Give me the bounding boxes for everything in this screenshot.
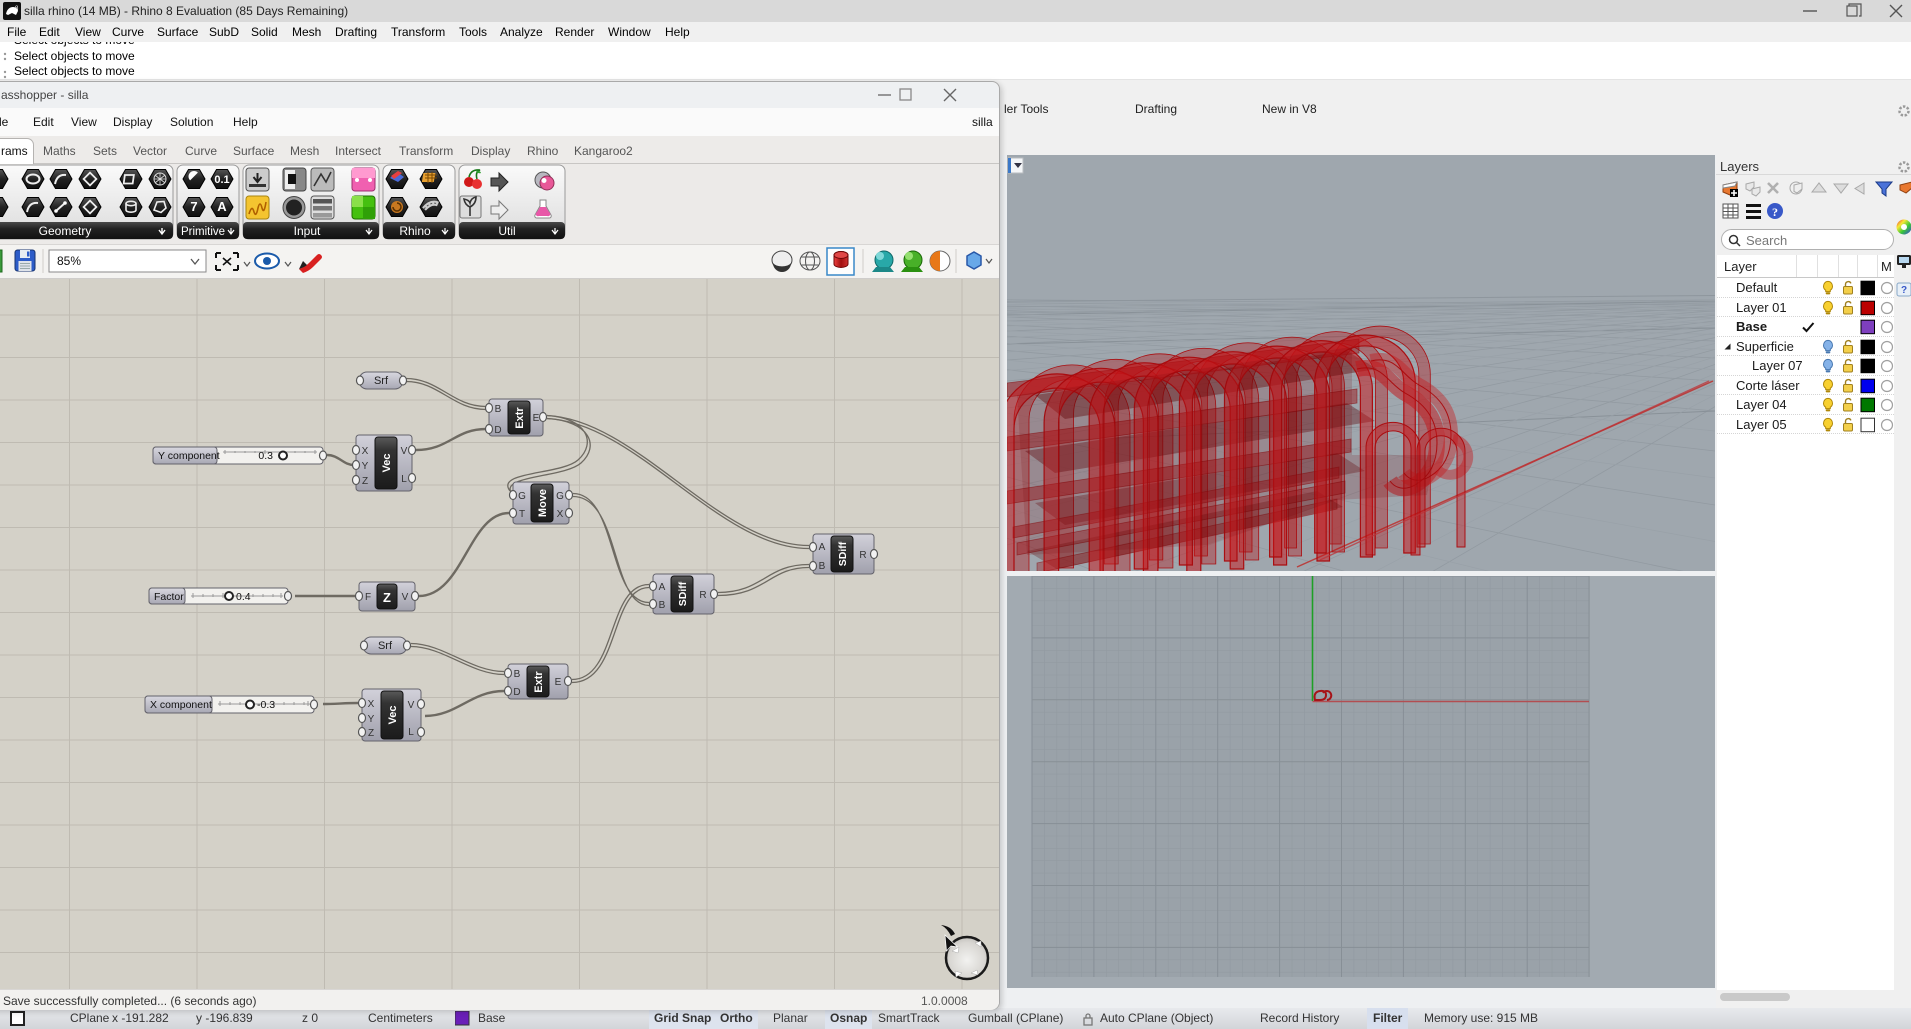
svg-text:SDiff: SDiff bbox=[677, 581, 689, 606]
svg-text:X: X bbox=[362, 446, 369, 457]
svg-text:Vec: Vec bbox=[387, 706, 399, 725]
svg-text:Factor: Factor bbox=[154, 591, 184, 603]
svg-text:B: B bbox=[495, 404, 502, 415]
svg-text:Rhino: Rhino bbox=[399, 224, 431, 238]
svg-text:L: L bbox=[408, 727, 414, 738]
svg-text:B: B bbox=[659, 600, 666, 611]
svg-text:G: G bbox=[518, 491, 526, 502]
svg-text:Move: Move bbox=[537, 489, 549, 517]
svg-text:7: 7 bbox=[190, 199, 197, 214]
svg-text:0.1: 0.1 bbox=[214, 174, 229, 186]
svg-text:D: D bbox=[494, 425, 501, 436]
svg-text:Extr: Extr bbox=[533, 671, 545, 693]
svg-text:Z: Z bbox=[362, 476, 368, 487]
svg-text:Srf: Srf bbox=[374, 375, 389, 387]
svg-text:E: E bbox=[533, 413, 540, 424]
svg-text:Util: Util bbox=[498, 224, 515, 238]
svg-text:A: A bbox=[217, 199, 227, 214]
svg-text:R: R bbox=[699, 590, 706, 601]
svg-text:G: G bbox=[556, 491, 564, 502]
svg-text:Vec: Vec bbox=[381, 454, 393, 473]
svg-text:85%: 85% bbox=[57, 254, 81, 268]
svg-text:-0.3: -0.3 bbox=[257, 699, 275, 711]
svg-text:Z: Z bbox=[368, 728, 374, 739]
svg-text:V: V bbox=[401, 446, 408, 457]
svg-text:E: E bbox=[555, 677, 562, 688]
svg-text:Y: Y bbox=[362, 461, 369, 472]
svg-text:B: B bbox=[514, 669, 521, 680]
svg-text:Srf: Srf bbox=[378, 640, 393, 652]
svg-text:?: ? bbox=[1901, 285, 1907, 296]
svg-text:Input: Input bbox=[294, 224, 321, 238]
svg-text:Geometry: Geometry bbox=[39, 224, 92, 238]
svg-text:Extr: Extr bbox=[514, 407, 526, 429]
svg-text:?: ? bbox=[1772, 205, 1778, 219]
svg-text:R: R bbox=[859, 550, 866, 561]
svg-text:B: B bbox=[819, 561, 826, 572]
svg-text:X component: X component bbox=[150, 699, 212, 711]
svg-text:A: A bbox=[819, 542, 826, 553]
svg-text:Y: Y bbox=[368, 714, 375, 725]
svg-text:V: V bbox=[408, 700, 415, 711]
svg-text:F: F bbox=[365, 592, 371, 603]
svg-text:A: A bbox=[659, 582, 666, 593]
svg-text:Z: Z bbox=[383, 590, 391, 605]
svg-text:L: L bbox=[401, 474, 407, 485]
svg-text:0.4: 0.4 bbox=[236, 591, 251, 603]
svg-text:SDiff: SDiff bbox=[837, 541, 849, 566]
svg-text:X: X bbox=[557, 509, 564, 520]
svg-text:D: D bbox=[513, 687, 520, 698]
svg-text:0.3: 0.3 bbox=[258, 450, 273, 462]
svg-text:Y component: Y component bbox=[158, 450, 220, 462]
svg-text:V: V bbox=[402, 592, 409, 603]
svg-text:Primitive: Primitive bbox=[181, 226, 225, 238]
svg-text:T: T bbox=[519, 509, 525, 520]
svg-text:X: X bbox=[368, 699, 375, 710]
